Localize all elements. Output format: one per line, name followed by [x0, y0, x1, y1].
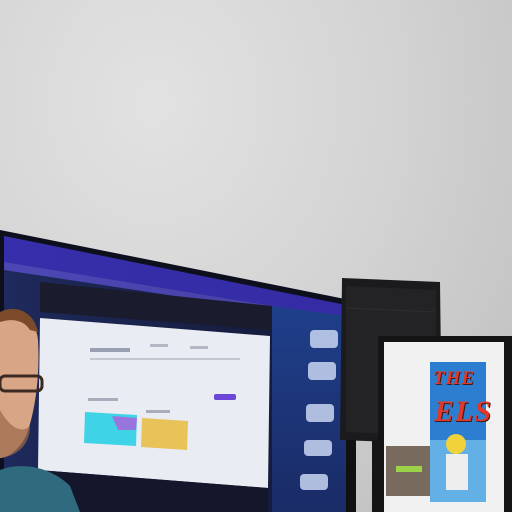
monitor	[0, 230, 350, 512]
slide-text-line	[90, 358, 240, 360]
side-icon	[304, 440, 332, 456]
photo-scene: THE ELS	[0, 0, 512, 512]
poster-title-line1: THE	[433, 368, 476, 389]
poster-character-body	[446, 454, 468, 490]
slide-page	[38, 318, 270, 488]
slide-card-yellow	[141, 418, 188, 450]
side-icon	[310, 330, 338, 348]
slide-label	[146, 410, 170, 413]
slide-button	[214, 394, 236, 400]
poster-title-line2: ELS	[434, 395, 493, 428]
side-icon	[300, 474, 328, 490]
side-icon	[306, 404, 334, 422]
slide-nav-item	[190, 346, 208, 349]
speaker-stand-pole	[346, 440, 356, 512]
slide-nav-item	[150, 344, 168, 347]
poster-character-head	[446, 434, 466, 454]
side-icon	[308, 362, 336, 380]
slide-label	[88, 398, 118, 401]
poster-figure-item	[396, 466, 422, 472]
scene-drawing	[0, 230, 512, 512]
slide-heading-line	[90, 348, 130, 352]
